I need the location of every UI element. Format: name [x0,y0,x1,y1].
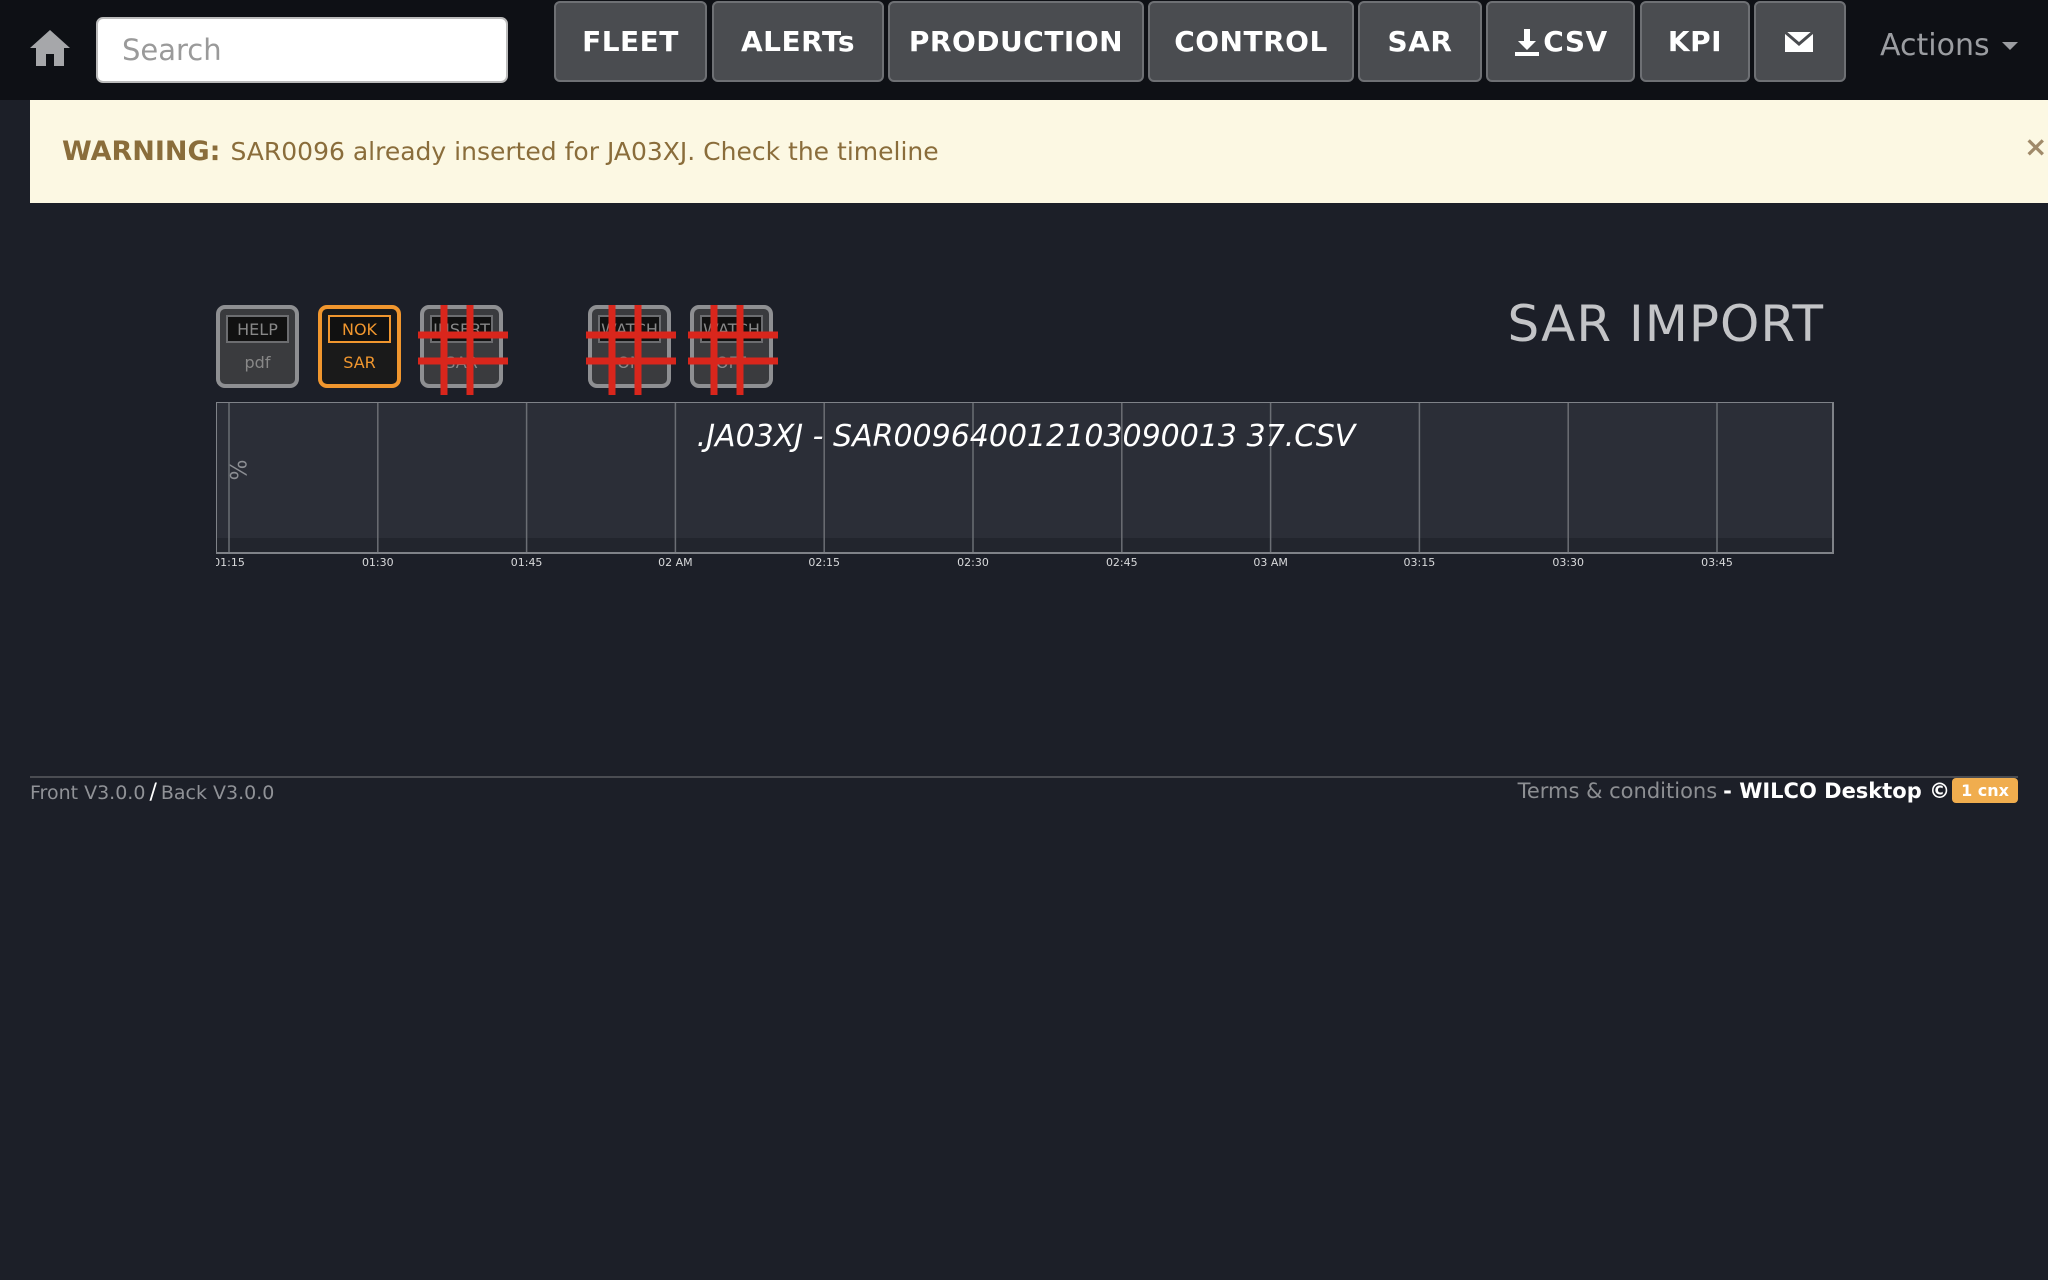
kpi-button-label: KPI [1667,25,1723,58]
chart-x-tick-label: 02:45 [1106,556,1138,569]
disabled-grid-icon [586,305,676,395]
version-info: Front V3.0.0/Back V3.0.0 [30,780,274,805]
caret-down-icon [2001,41,2018,50]
production-button-label: PRODUCTION [908,25,1124,58]
chart-title: .JA03XJ - SAR009640012103090013 37.CSV [697,419,1358,454]
sar-button[interactable]: SAR [1358,1,1482,82]
chart-x-tick-label: 01:15 [216,556,245,569]
chart-x-tick-label: 03 AM [1253,556,1288,569]
top-navbar: FLEET ALERTs PRODUCTION CONTROL SAR CSV … [0,0,2048,100]
alerts-button-label: ALERTs [741,25,855,58]
envelope-icon [1784,30,1814,52]
front-version: Front V3.0.0 [30,782,146,804]
help-pdf-button-top: HELP [226,315,289,343]
disabled-grid-icon [418,305,508,395]
fleet-button-label: FLEET [582,25,679,58]
chart-svg: 01:15 01:30 01:45 02 AM 02:15 02:30 02:45 03 AM… [213,401,1834,569]
help-pdf-button-bottom: pdf [244,353,271,372]
disabled-grid-icon [688,305,778,395]
chart-x-tick-label: 01:45 [511,556,543,569]
actions-label: Actions [1880,28,1990,63]
chart-baseline-band [217,538,1832,552]
home-icon [30,30,70,66]
back-version: Back V3.0.0 [160,782,275,804]
page-title: SAR IMPORT [1507,295,1824,353]
mail-button[interactable] [1754,1,1846,82]
alerts-button[interactable]: ALERTs [712,1,884,82]
close-icon[interactable]: × [2024,130,2048,163]
nok-sar-button[interactable]: NOK SAR [318,305,401,388]
nok-sar-button-bottom: SAR [343,353,376,372]
fleet-button[interactable]: FLEET [554,1,707,82]
watch-on-button: WATCH ON [586,305,676,395]
csv-button-label: CSV [1543,25,1608,58]
watch-off-button: WATCH OFF [688,305,778,395]
version-separator: / [149,780,157,805]
download-icon [1515,28,1540,56]
brand-label: - WILCO Desktop © [1723,778,1951,803]
control-button[interactable]: CONTROL [1148,1,1354,82]
help-pdf-button[interactable]: HELP pdf [216,305,299,388]
nok-sar-button-top: NOK [328,315,391,343]
sar-button-label: SAR [1387,25,1453,58]
terms-link[interactable]: Terms & conditions [1518,779,1718,803]
connection-count-badge: 1 cnx [1952,778,2018,803]
chart-x-tick-label: 03:30 [1552,556,1584,569]
chart-x-tick-label: 03:15 [1404,556,1436,569]
chart-y-axis-label: % [224,460,249,481]
insert-sar-button: INSERT SAR [418,305,508,395]
warning-message: SAR0096 already inserted for JA03XJ. Che… [230,137,939,166]
chart-x-tick-label: 02:30 [957,556,989,569]
csv-download-button[interactable]: CSV [1486,1,1635,82]
home-button[interactable] [28,26,72,70]
control-button-label: CONTROL [1174,25,1328,58]
chart-x-tick-label: 01:30 [362,556,394,569]
kpi-button[interactable]: KPI [1640,1,1750,82]
warning-label: WARNING: [62,136,221,167]
search-input[interactable] [96,17,508,83]
warning-alert: WARNING: SAR0096 already inserted for JA… [30,100,2048,203]
copyright: Terms & conditions - WILCO Desktop © 1 c… [1518,778,2018,803]
chart-x-tick-label: 02 AM [658,556,693,569]
production-button[interactable]: PRODUCTION [888,1,1144,82]
chart-x-tick-label: 02:15 [808,556,840,569]
chart-x-tick-label: 03:45 [1701,556,1733,569]
sar-timeline-chart: 01:15 01:30 01:45 02 AM 02:15 02:30 02:45 03 AM… [213,401,1836,576]
actions-dropdown[interactable]: Actions [1880,28,2018,63]
